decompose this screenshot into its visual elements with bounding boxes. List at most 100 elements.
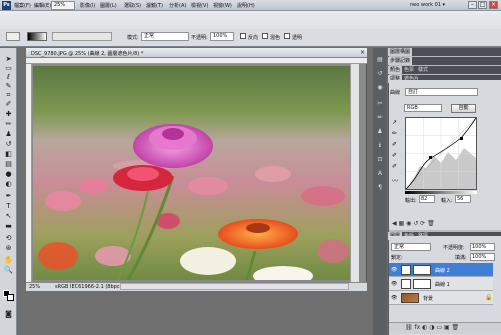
blur-tool-icon[interactable]: ● — [4, 170, 13, 178]
smooth-icon[interactable]: 〰 — [392, 176, 398, 185]
shape-tool-icon[interactable]: ▬ — [4, 222, 13, 230]
transparency-label: 透明 — [292, 35, 303, 41]
menu-help[interactable]: 說明(H) — [237, 2, 255, 9]
input-gradient-bar — [405, 191, 477, 194]
curves-footer-icons[interactable]: ◀ ▦ ◉ ↺ ⟳ 🗑 — [392, 220, 497, 228]
tab-layer-comps[interactable]: 圖層構圖 — [388, 48, 413, 56]
type-tool-icon[interactable]: T — [4, 202, 13, 210]
adjustment-thumb — [401, 279, 411, 289]
eye-icon[interactable]: 👁 — [391, 295, 397, 301]
menu-select[interactable]: 選取(S) — [124, 2, 141, 9]
vertical-scrollbar[interactable] — [350, 64, 359, 282]
status-zoom[interactable]: 25% — [29, 284, 40, 290]
layers-footer-icons[interactable]: ⛓ fx ◐ ◑ ▭ ▣ 🗑 — [405, 324, 495, 332]
quick-mask-icon[interactable]: ◙ — [4, 310, 13, 318]
eraser-tool-icon[interactable]: ◧ — [4, 150, 13, 158]
dodge-tool-icon[interactable]: ◐ — [4, 180, 13, 188]
input-input[interactable]: 56 — [455, 195, 471, 203]
gradient-type-buttons[interactable] — [52, 32, 112, 41]
background-thumb — [401, 293, 419, 303]
fill-label: 填滿: — [455, 255, 467, 261]
quick-select-tool-icon[interactable]: ✎ — [4, 82, 13, 90]
eyedropper-tool-icon[interactable]: ✐ — [4, 100, 13, 108]
tab-styles[interactable]: 樣式 — [416, 66, 430, 74]
output-label: 輸出: — [405, 198, 417, 204]
lasso-tool-icon[interactable]: ℓ — [4, 73, 13, 81]
tools-icon[interactable]: ✂ — [376, 100, 384, 108]
menu-image[interactable]: 影像(I) — [80, 2, 95, 9]
menu-analysis[interactable]: 分析(A) — [169, 2, 186, 9]
3d-orbit-tool-icon[interactable]: ⊛ — [4, 244, 13, 252]
fill-input[interactable]: 100% — [470, 253, 495, 261]
clone-source-icon[interactable]: ♟ — [376, 128, 384, 136]
healing-tool-icon[interactable]: ✚ — [4, 110, 13, 118]
marquee-tool-icon[interactable]: ▭ — [4, 64, 13, 72]
navigator-icon[interactable]: ⊡ — [376, 156, 384, 164]
curves-channel-select[interactable]: RGB — [404, 104, 442, 112]
gradient-tool-icon[interactable] — [6, 32, 20, 41]
menu-file[interactable]: 檔案(F) — [14, 2, 31, 9]
close-icon[interactable]: × — [489, 1, 498, 9]
pen-tool-icon[interactable]: ✒ — [4, 192, 13, 200]
layer-name: 曲線 1 — [435, 282, 450, 288]
horizontal-scrollbar[interactable] — [120, 283, 349, 290]
tab-swatches[interactable]: 色票 — [402, 66, 416, 74]
move-tool-icon[interactable]: ➤ — [4, 55, 13, 63]
path-select-tool-icon[interactable]: ↖ — [4, 212, 13, 220]
history-icon[interactable]: ↺ — [376, 70, 384, 78]
menu-view[interactable]: 檢視(V) — [191, 2, 208, 9]
status-info[interactable]: sRGB IEC61966-2.1 (8bpc) — [55, 284, 122, 290]
info-icon[interactable]: ℹ — [376, 142, 384, 150]
background-color-swatch[interactable] — [7, 294, 14, 301]
minimize-icon[interactable]: – — [468, 1, 477, 9]
stamp-tool-icon[interactable]: ♟ — [4, 130, 13, 138]
tab-color[interactable]: 顏色 — [388, 66, 403, 74]
eye-icon[interactable]: 👁 — [391, 267, 397, 273]
layer-row-curves-2[interactable]: 👁 曲線 2 — [389, 263, 493, 277]
eye-icon[interactable]: 👁 — [391, 281, 397, 287]
eyedropper-black-icon[interactable]: ✐ — [392, 141, 397, 148]
output-input[interactable]: 82 — [419, 195, 435, 203]
layer-row-background[interactable]: 👁 背景 🔒 — [389, 291, 493, 305]
tab-history[interactable]: 步驟記錄 — [388, 57, 413, 65]
menu-window[interactable]: 視窗(W) — [213, 2, 232, 9]
canvas-photo[interactable] — [33, 66, 350, 280]
layer-comps-icon[interactable]: ▤ — [376, 56, 384, 64]
opacity-input[interactable]: 100% — [210, 32, 234, 41]
layer-opacity-label: 不透明度: — [443, 245, 465, 251]
dither-checkbox[interactable] — [262, 33, 268, 39]
blend-mode-select[interactable]: 正常 — [391, 243, 431, 251]
menu-layer[interactable]: 圖層(L) — [100, 2, 117, 9]
curve-pencil-icon[interactable]: ✏ — [392, 130, 397, 137]
character-icon[interactable]: A — [376, 170, 384, 178]
curve-point-tool-icon[interactable]: ↗ — [392, 119, 397, 126]
document-close-icon[interactable]: × — [360, 49, 365, 56]
auto-button[interactable]: 自動 — [451, 104, 476, 113]
curves-graph[interactable] — [405, 117, 477, 190]
workspace-switcher[interactable]: neo work 01 ▾ — [410, 1, 466, 10]
transparency-checkbox[interactable] — [284, 33, 290, 39]
color-icon[interactable]: ◉ — [376, 84, 384, 92]
zoom-tool-icon[interactable]: 🔍 — [4, 266, 13, 274]
gradient-preview[interactable] — [27, 32, 47, 41]
brush-presets-icon[interactable]: ✏ — [376, 114, 384, 122]
paragraph-icon[interactable]: ¶ — [376, 184, 384, 192]
hand-tool-icon[interactable]: ✋ — [4, 256, 13, 264]
reverse-checkbox[interactable] — [240, 33, 246, 39]
layer-opacity-input[interactable]: 100% — [470, 243, 495, 251]
crop-tool-icon[interactable]: ⌗ — [4, 91, 13, 99]
brush-tool-icon[interactable]: ✏ — [4, 120, 13, 128]
history-brush-tool-icon[interactable]: ↺ — [4, 140, 13, 148]
lock-icon: 🔒 — [485, 294, 493, 301]
maximize-icon[interactable]: □ — [478, 1, 487, 9]
curves-preset-select[interactable]: 自訂 — [405, 88, 478, 96]
gradient-tool-icon[interactable]: ▤ — [4, 160, 13, 168]
layer-row-curves-1[interactable]: 👁 曲線 1 — [389, 277, 493, 291]
zoom-select[interactable]: 25% — [51, 1, 75, 10]
eyedropper-white-icon[interactable]: ✐ — [392, 163, 397, 170]
menu-edit[interactable]: 編輯(E) — [34, 2, 51, 9]
mode-select[interactable]: 正常 — [141, 32, 189, 41]
3d-rotate-tool-icon[interactable]: ⟲ — [4, 234, 13, 242]
menu-filter[interactable]: 濾鏡(T) — [146, 2, 163, 9]
eyedropper-gray-icon[interactable]: ✐ — [392, 152, 397, 159]
